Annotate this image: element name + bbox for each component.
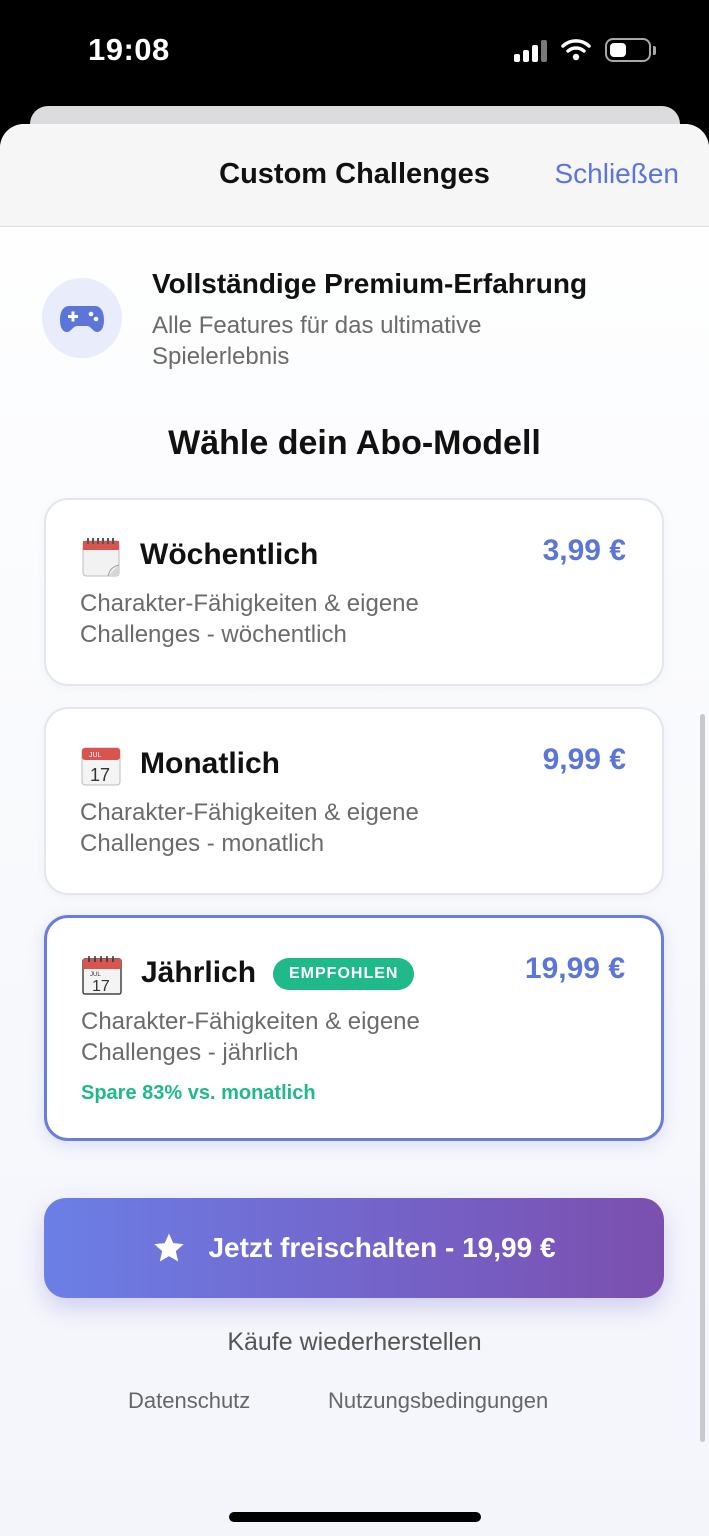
savings-text: Spare 83% vs. monatlich (81, 1082, 316, 1104)
unlock-button[interactable]: Jetzt freischalten - 19,99 € (44, 1198, 664, 1298)
nav-bar: Custom Challenges Schließen (0, 124, 709, 227)
calendar-icon: JUL 17 (81, 747, 121, 786)
star-icon (154, 1233, 185, 1262)
plan-name: Monatlich (140, 747, 280, 780)
wifi-icon (561, 39, 591, 61)
battery-icon (605, 38, 656, 62)
plan-name: Wöchentlich (140, 538, 319, 571)
feature-title: Vollständige Premium-Erfahrung (152, 268, 588, 299)
plan-card-weekly[interactable]: Wöchentlich 3,99 € Charakter-Fähigkeiten… (44, 498, 664, 686)
plan-description: Charakter-Fähigkeiten & eigene Challenge… (81, 1008, 420, 1066)
scroll-indicator (700, 714, 705, 1442)
signal-icon (514, 38, 547, 62)
calendar-day-text: 17 (90, 765, 110, 785)
plan-card-yearly[interactable]: JUL 17 Jährlich EMPFOHLEN 19,99 € Charak… (44, 915, 664, 1141)
plan-price: 9,99 € (542, 743, 626, 776)
status-icons (514, 38, 656, 62)
status-bar: 19:08 (0, 0, 709, 105)
gamepad-icon (42, 278, 122, 358)
feature-description: Alle Features für das ultimative Spieler… (152, 312, 482, 370)
calendar-tearoff-icon (82, 538, 120, 577)
terms-link[interactable]: Nutzungsbedingungen (328, 1388, 548, 1414)
plan-description: Charakter-Fähigkeiten & eigene Challenge… (80, 799, 419, 857)
spiral-calendar-icon: JUL 17 (82, 956, 122, 995)
calendar-month-text: JUL (89, 752, 102, 759)
recommended-badge: EMPFOHLEN (273, 958, 415, 990)
close-button[interactable]: Schließen (554, 158, 679, 190)
paywall-sheet: Custom Challenges Schließen Vollständige… (0, 124, 709, 1536)
home-indicator (229, 1512, 481, 1522)
status-time: 19:08 (88, 32, 170, 67)
plan-name: Jährlich (141, 956, 257, 989)
unlock-button-label: Jetzt freischalten - 19,99 € (208, 1232, 556, 1263)
privacy-link[interactable]: Datenschutz (128, 1388, 250, 1414)
plan-card-monthly[interactable]: JUL 17 Monatlich 9,99 € Charakter-Fähigk… (44, 707, 664, 895)
plan-price: 3,99 € (542, 534, 626, 567)
restore-purchases-link[interactable]: Käufe wiederherstellen (0, 1328, 709, 1357)
calendar-day-text: 17 (92, 978, 110, 995)
plan-description: Charakter-Fähigkeiten & eigene Challenge… (80, 590, 419, 648)
section-title: Wähle dein Abo-Modell (168, 424, 541, 462)
plan-price: 19,99 € (524, 952, 625, 985)
